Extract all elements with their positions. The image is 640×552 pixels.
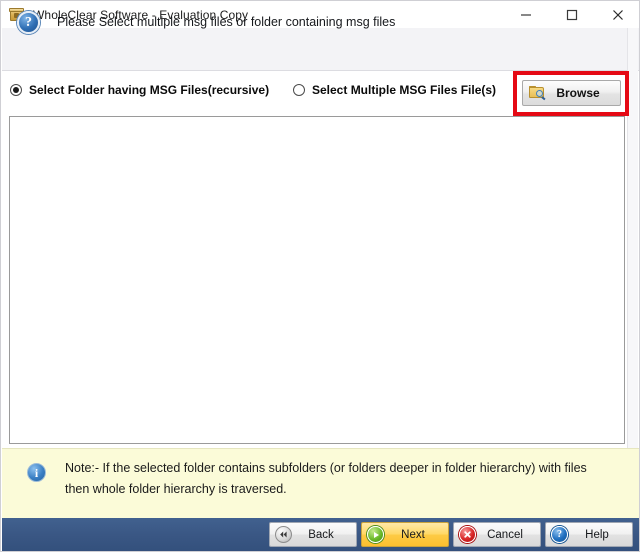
cancel-button[interactable]: Cancel	[453, 522, 541, 547]
help-button[interactable]: ? Help	[545, 522, 633, 547]
folder-search-icon	[529, 86, 546, 100]
browse-button[interactable]: Browse	[522, 80, 621, 106]
info-icon: i	[27, 463, 46, 482]
next-button-label: Next	[401, 528, 425, 541]
question-mark-glyph: ?	[25, 14, 32, 30]
radio-indicator-files[interactable]	[293, 84, 305, 96]
back-button-label: Back	[308, 528, 334, 541]
radio-option-folder-recursive[interactable]: Select Folder having MSG Files(recursive…	[10, 83, 269, 97]
application-window: WholeClear Software - Evaluation Copy ? …	[0, 0, 640, 552]
rewind-icon	[275, 526, 292, 543]
back-button[interactable]: Back	[269, 522, 357, 547]
note-text: Note:- If the selected folder contains s…	[65, 461, 587, 496]
window-controls	[503, 1, 639, 28]
help-button-label: Help	[585, 528, 609, 541]
minimize-icon[interactable]	[503, 1, 549, 28]
radio-label-files: Select Multiple MSG Files File(s)	[312, 83, 497, 97]
wizard-nav-buttons: Back Next Cancel ? Help	[269, 522, 633, 547]
maximize-icon[interactable]	[549, 1, 595, 28]
file-list-area[interactable]	[9, 116, 625, 444]
cancel-button-label: Cancel	[487, 528, 523, 541]
play-forward-icon	[367, 526, 384, 543]
cancel-x-icon	[459, 526, 476, 543]
help-question-glyph: ?	[557, 528, 562, 540]
next-button[interactable]: Next	[361, 522, 449, 547]
question-mark-icon: ?	[17, 11, 40, 34]
footer-bar: Back Next Cancel ? Help	[2, 518, 639, 551]
browse-button-label: Browse	[556, 86, 600, 100]
radio-option-multiple-files[interactable]: Select Multiple MSG Files File(s)	[293, 83, 496, 97]
instruction-header	[2, 28, 639, 71]
info-icon-glyph: i	[34, 465, 39, 480]
radio-indicator-folder[interactable]	[10, 84, 22, 96]
radio-label-folder: Select Folder having MSG Files(recursive…	[29, 83, 270, 97]
instruction-text: Please Select multiple msg files or fold…	[57, 15, 396, 29]
help-question-icon: ?	[551, 526, 568, 543]
close-icon[interactable]	[595, 1, 639, 28]
